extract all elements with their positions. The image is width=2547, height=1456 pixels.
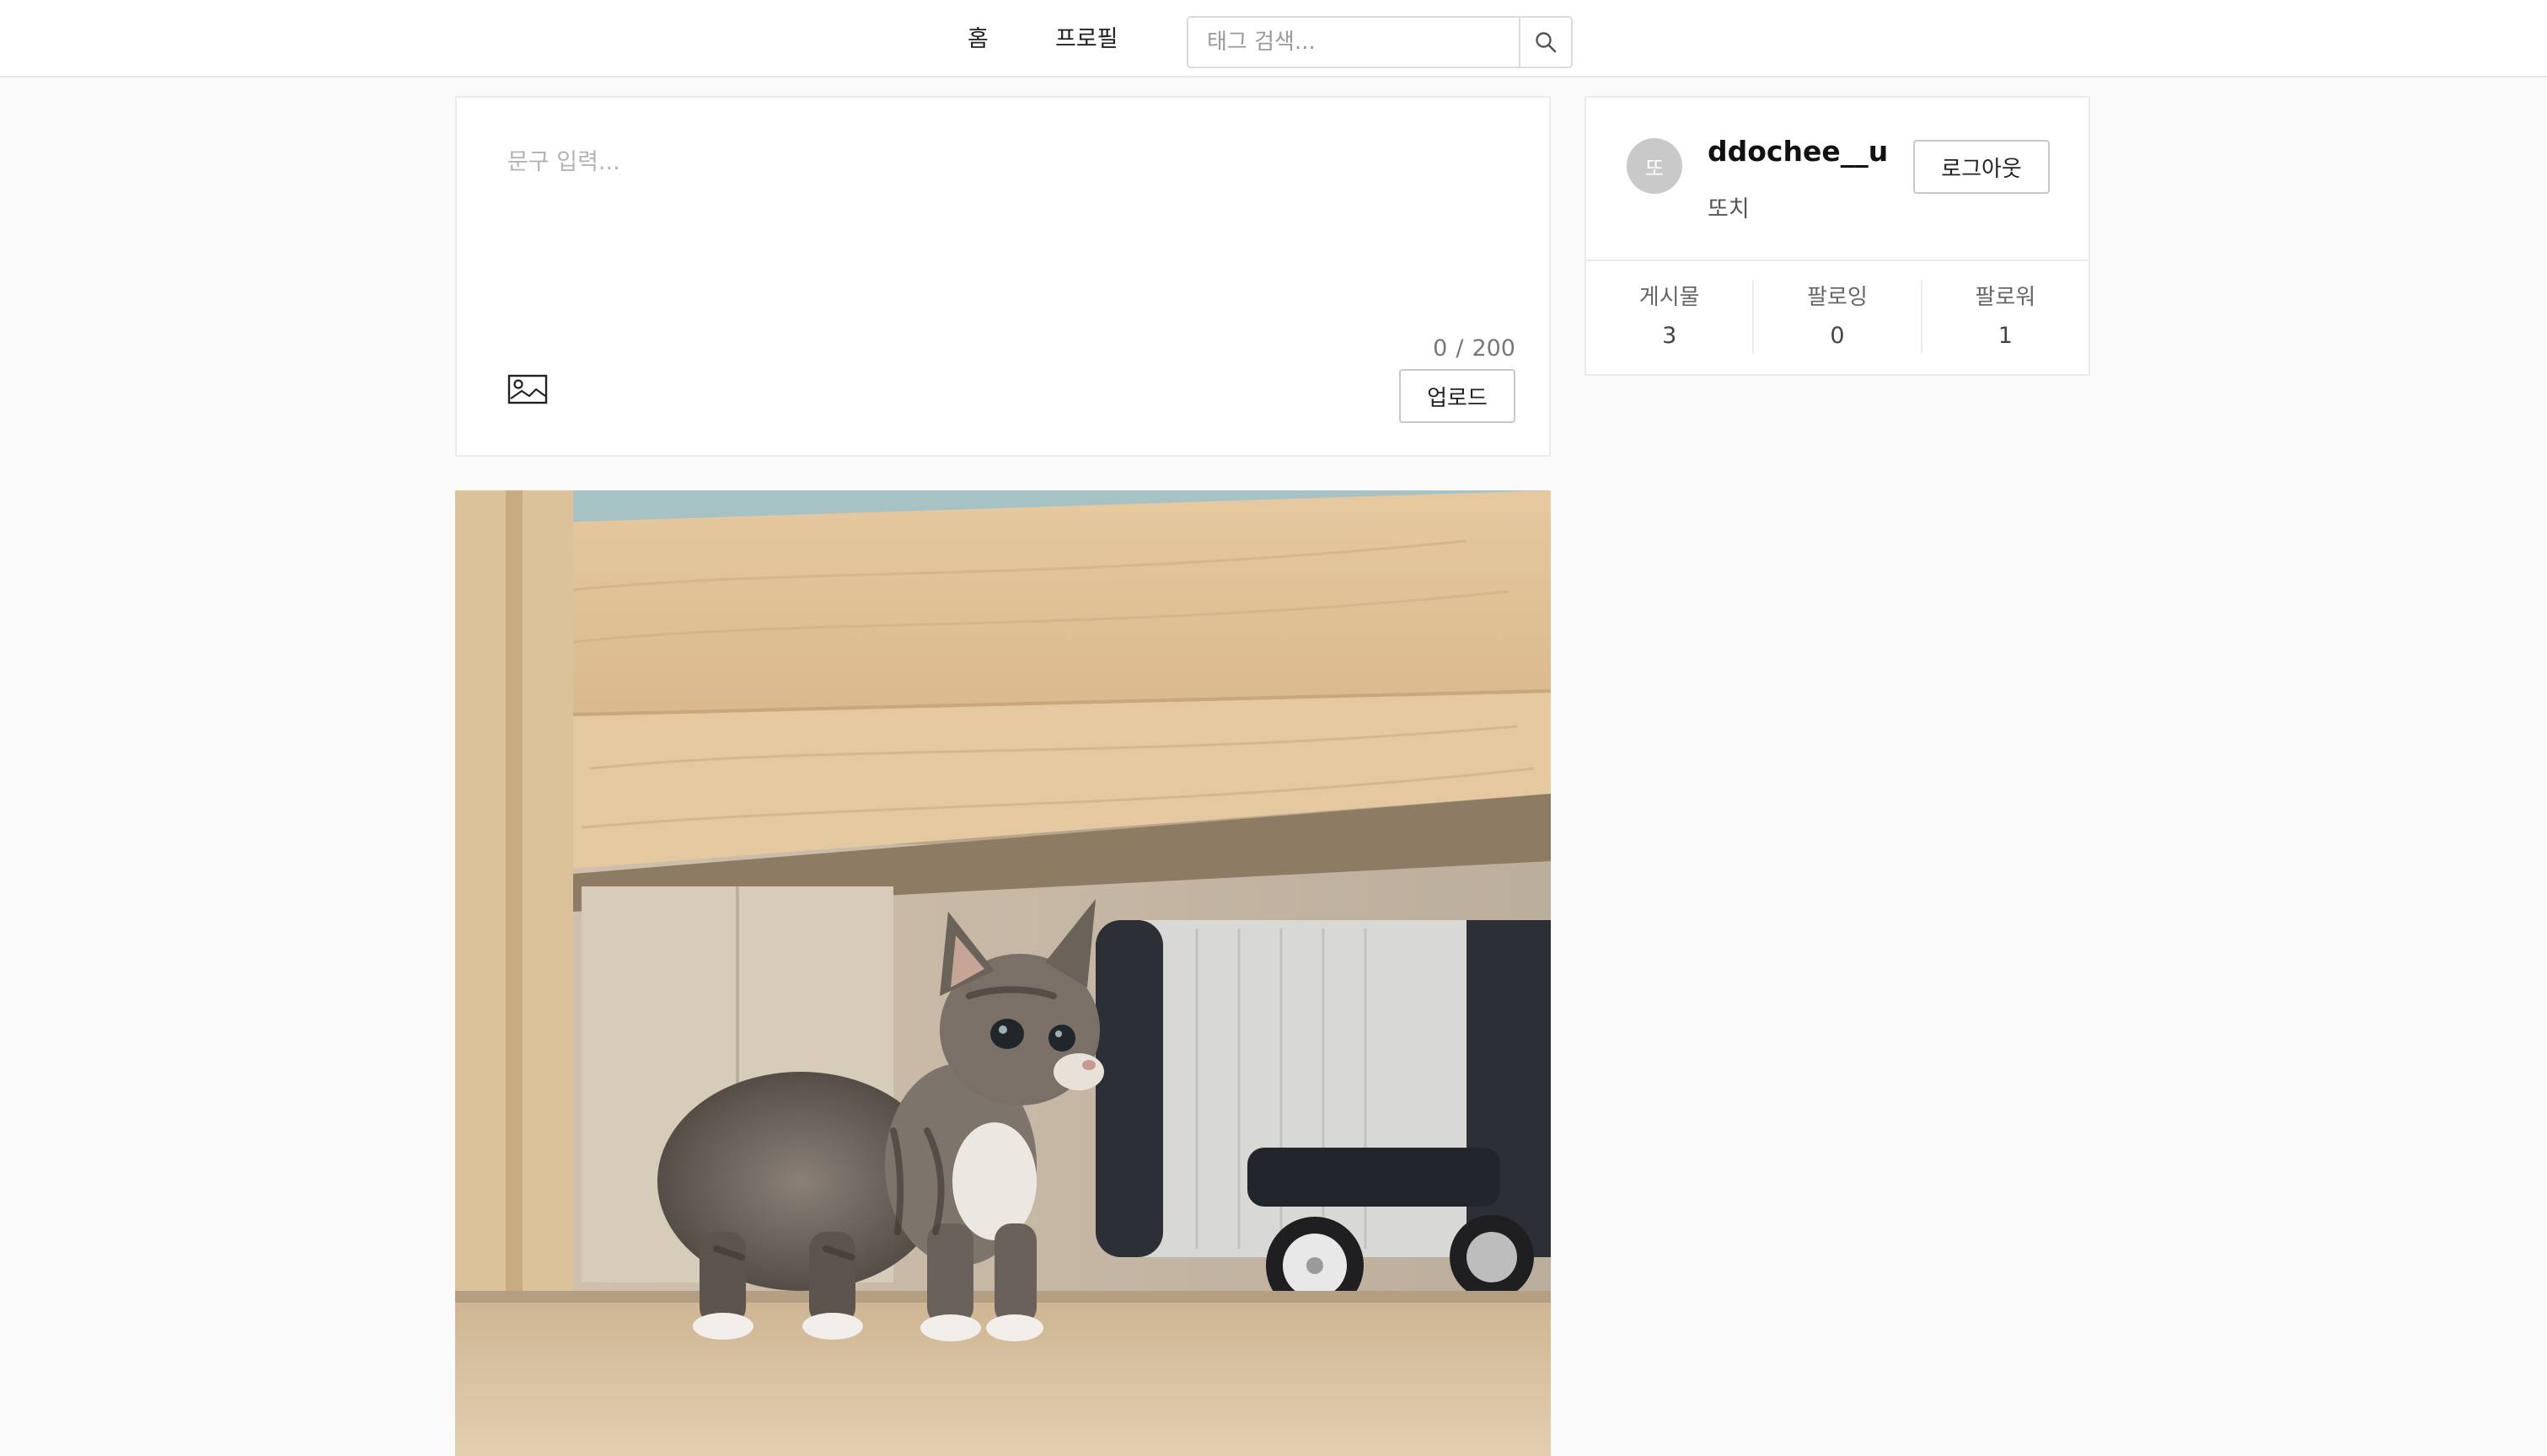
search-icon — [1536, 32, 1557, 53]
tag-search-input[interactable] — [1188, 18, 1519, 67]
stat-following-value: 0 — [1830, 323, 1845, 349]
stat-posts[interactable]: 게시물 3 — [1586, 280, 1752, 354]
char-count-limit: 200 — [1472, 335, 1515, 361]
search-button[interactable] — [1519, 18, 1571, 67]
profile-card: 또 ddochee__u 또치 로그아웃 게시물 3 팔로잉 0 팔로워 1 — [1585, 96, 2090, 376]
top-navigation-bar: 홈 프로필 — [0, 0, 2547, 78]
char-count-separator: / — [1456, 335, 1464, 361]
tag-search-box — [1187, 16, 1573, 68]
stat-posts-value: 3 — [1662, 323, 1677, 349]
avatar[interactable]: 또 — [1627, 138, 1682, 194]
stat-following-label: 팔로잉 — [1807, 285, 1868, 310]
display-name: 또치 — [1708, 196, 1750, 222]
char-count-current: 0 — [1433, 335, 1448, 361]
stat-posts-label: 게시물 — [1638, 285, 1700, 310]
card-divider — [1586, 260, 2089, 261]
post-photo — [455, 490, 1551, 1456]
stat-followers-value: 1 — [1997, 323, 2013, 349]
username[interactable]: ddochee__u — [1708, 135, 1888, 168]
stat-followers-label: 팔로워 — [1975, 285, 2036, 310]
attach-image-button[interactable] — [507, 372, 548, 406]
image-icon — [507, 374, 548, 404]
stat-followers[interactable]: 팔로워 1 — [1920, 280, 2089, 354]
nav-profile-link[interactable]: 프로필 — [1055, 20, 1118, 53]
logout-button[interactable]: 로그아웃 — [1913, 140, 2050, 194]
caption-textarea[interactable] — [507, 143, 1502, 396]
character-counter: 0 / 200 — [1433, 335, 1515, 361]
kitten-photo-illustration — [455, 490, 1551, 1456]
nav-home-link[interactable]: 홈 — [968, 20, 989, 53]
post-composer: 0 / 200 업로드 — [455, 96, 1551, 457]
upload-button[interactable]: 업로드 — [1399, 369, 1515, 423]
profile-stats: 게시물 3 팔로잉 0 팔로워 1 — [1586, 280, 2089, 354]
stat-following[interactable]: 팔로잉 0 — [1752, 280, 1920, 354]
